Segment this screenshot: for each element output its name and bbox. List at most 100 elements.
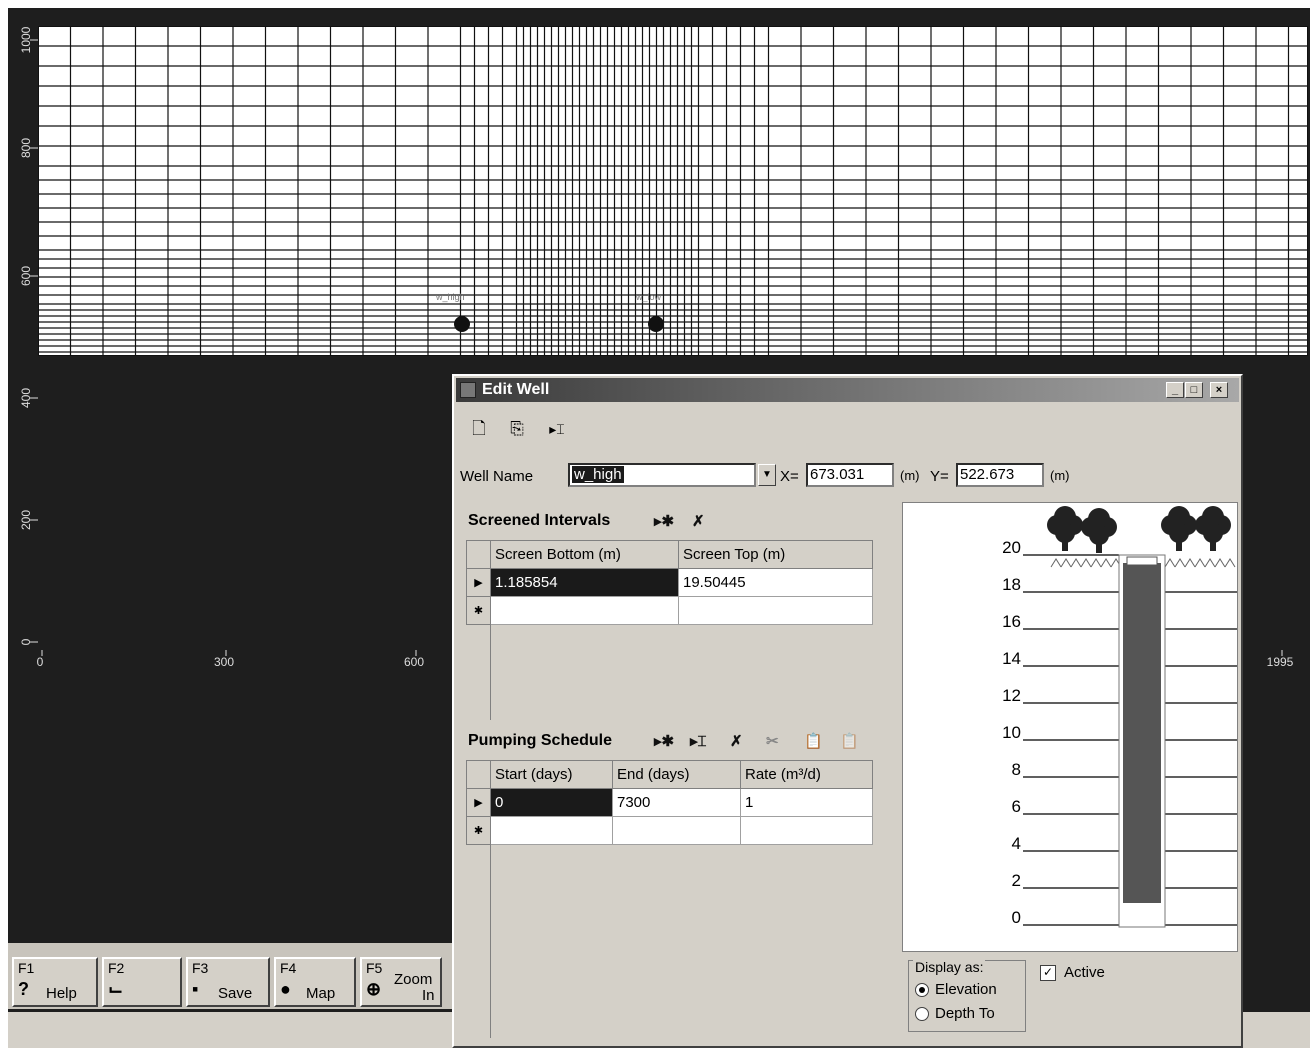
radio-elevation-label: Elevation [935, 981, 997, 998]
save-icon: ▪ [192, 979, 199, 999]
rate-cell[interactable]: 1 [740, 788, 873, 817]
fkey-label: F1 [18, 960, 35, 976]
elevation-label: 12 [1002, 686, 1021, 705]
radio-depth-to[interactable]: Depth To [915, 1005, 995, 1022]
well-name-value: w_high [572, 466, 624, 483]
add-row-icon[interactable]: ▸✱ [654, 512, 674, 530]
paste-insert-icon[interactable]: 📋 [840, 732, 859, 750]
y-tick-label: 400 [19, 388, 33, 408]
empty-cell[interactable] [490, 816, 613, 845]
elevation-label: 10 [1002, 723, 1021, 742]
table-row[interactable]: ▶ 1.185854 19.50445 [466, 568, 873, 597]
tree-icon [1161, 506, 1197, 551]
chart-icon: ⌙ [108, 979, 124, 999]
column-header[interactable]: Rate (m³/d) [740, 760, 873, 789]
screened-intervals-panel: Screened Intervals ▸✱ ✗ Screen Bottom (m… [458, 500, 898, 720]
elevation-label: 8 [1012, 760, 1021, 779]
column-header[interactable]: Start (days) [490, 760, 613, 789]
well-cap [1126, 556, 1158, 566]
y-tick-label: 1000 [19, 26, 33, 53]
display-as-legend: Display as: [913, 959, 986, 975]
x-tick-label: 300 [214, 655, 234, 669]
column-header[interactable]: Screen Top (m) [678, 540, 873, 569]
tree-icon [1195, 506, 1231, 551]
close-button[interactable]: × [1210, 382, 1228, 398]
chevron-down-icon[interactable]: ▼ [758, 464, 776, 486]
copy-icon[interactable]: ⎘ [506, 418, 528, 440]
column-header[interactable]: Screen Bottom (m) [490, 540, 679, 569]
fkey-text: Map [306, 985, 336, 1002]
edit-well-dialog: Edit Well _ □ × 🗋 ⎘ ▸⌶ Well Name w_high … [452, 374, 1243, 1048]
start-cell[interactable]: 0 [490, 788, 613, 817]
f1-help-button[interactable]: F1 ? Help [12, 957, 98, 1007]
y-coordinate-field[interactable]: 522.673 [956, 463, 1044, 487]
radio-elevation-dot[interactable] [915, 983, 929, 998]
well-marker-low[interactable] [648, 316, 664, 332]
well-profile-view: 20 18 16 14 12 10 8 6 4 2 0 [902, 502, 1238, 952]
title-bar[interactable]: Edit Well _ □ × [456, 378, 1239, 402]
ground-hatch [1224, 558, 1236, 568]
active-label: Active [1064, 964, 1105, 981]
screen-bottom-cell[interactable]: 1.185854 [490, 568, 679, 597]
ground-hatch [1204, 558, 1216, 568]
x-unit: (m) [900, 468, 920, 483]
new-document-icon[interactable]: 🗋 [468, 418, 490, 440]
f3-save-button[interactable]: F3 ▪ Save [186, 957, 270, 1007]
paste-icon[interactable]: 📋 [804, 732, 823, 750]
grid-lines [37, 25, 1309, 357]
empty-cell[interactable] [490, 596, 679, 625]
map-icon: ● [280, 979, 291, 999]
elevation-label: 18 [1002, 575, 1021, 594]
radio-depth-to-dot[interactable] [915, 1007, 929, 1022]
new-row[interactable]: ✱ [466, 596, 873, 625]
end-cell[interactable]: 7300 [612, 788, 741, 817]
elevation-label: 16 [1002, 612, 1021, 631]
f4-map-button[interactable]: F4 ● Map [274, 957, 356, 1007]
well-label-high: w_high [436, 292, 465, 302]
pumping-schedule-table: Start (days) End (days) Rate (m³/d) ▶ 0 … [466, 760, 873, 845]
fkey-text: Help [46, 985, 77, 1002]
display-as-group: Display as: Elevation Depth To [908, 959, 1026, 1032]
ground-hatch [1184, 558, 1196, 568]
y-tick-label: 200 [19, 510, 33, 530]
f2-button[interactable]: F2 ⌙ [102, 957, 182, 1007]
delete-row-icon[interactable]: ✗ [730, 732, 743, 750]
screen-top-cell[interactable]: 19.50445 [678, 568, 873, 597]
empty-cell[interactable] [740, 816, 873, 845]
new-row-marker: ✱ [466, 816, 491, 845]
fkey-label: F4 [280, 960, 297, 976]
model-grid[interactable] [37, 25, 1309, 357]
well-name-label: Well Name [460, 468, 534, 485]
maximize-button[interactable]: □ [1185, 382, 1203, 398]
empty-cell[interactable] [612, 816, 741, 845]
screened-intervals-table: Screen Bottom (m) Screen Top (m) ▶ 1.185… [466, 540, 873, 625]
x-coordinate-field[interactable]: 673.031 [806, 463, 894, 487]
cut-icon[interactable]: ✂ [766, 732, 779, 750]
new-row[interactable]: ✱ [466, 816, 873, 845]
f5-zoom-in-button[interactable]: F5 ⊕ Zoom In [360, 957, 442, 1007]
insert-row-icon[interactable]: ▸⌶ [690, 732, 707, 750]
column-header[interactable]: End (days) [612, 760, 741, 789]
y-label: Y= [930, 468, 949, 485]
y-tick-label: 800 [19, 138, 33, 158]
header-corner [466, 540, 491, 569]
y-tick-label: 600 [19, 266, 33, 286]
add-row-icon[interactable]: ▸✱ [654, 732, 674, 750]
empty-cell[interactable] [678, 596, 873, 625]
radio-elevation[interactable]: Elevation [915, 981, 997, 998]
well-marker-high[interactable] [454, 316, 470, 332]
table-row[interactable]: ▶ 0 7300 1 [466, 788, 873, 817]
ground-hatch [1060, 558, 1072, 568]
current-row-marker: ▶ [466, 568, 491, 597]
active-check-box[interactable]: ✓ [1040, 965, 1056, 982]
x-label: X= [780, 468, 799, 485]
well-name-field[interactable]: w_high [568, 463, 756, 487]
delete-row-icon[interactable]: ✗ [692, 512, 705, 530]
insert-icon[interactable]: ▸⌶ [542, 418, 572, 440]
elevation-label: 6 [1012, 797, 1021, 816]
elevation-label: 4 [1012, 834, 1021, 853]
dialog-title: Edit Well [482, 381, 550, 398]
minimize-button[interactable]: _ [1166, 382, 1184, 398]
active-checkbox[interactable]: ✓ Active [1040, 964, 1105, 982]
ground-hatch [1080, 558, 1092, 568]
